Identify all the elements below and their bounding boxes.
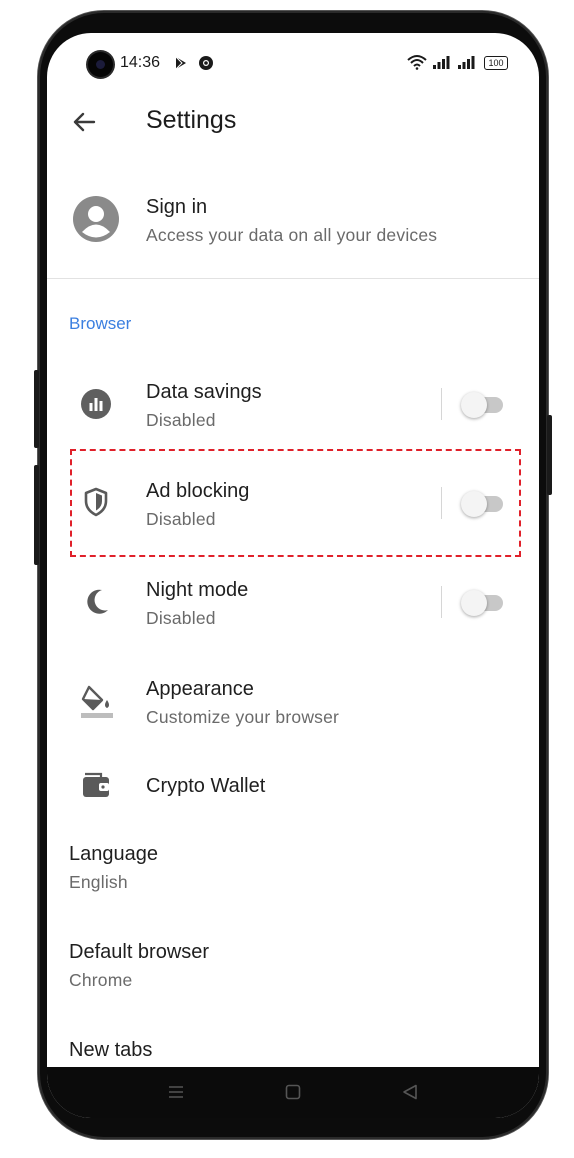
back-triangle-icon[interactable] (401, 1083, 419, 1101)
divider (47, 278, 539, 279)
default-browser-row[interactable]: Default browser Chrome (47, 928, 539, 1000)
toggle-thumb (461, 590, 487, 616)
chrome-icon (199, 56, 213, 70)
night-mode-title: Night mode (146, 579, 249, 601)
data-savings-toggle[interactable] (461, 391, 507, 419)
system-nav-bar (47, 1067, 539, 1118)
sign-in-title: Sign in (146, 196, 208, 218)
battery-icon: 100 (484, 56, 508, 70)
home-square-icon[interactable] (284, 1083, 302, 1101)
wifi-icon (407, 55, 427, 70)
default-browser-value: Chrome (69, 970, 133, 990)
toggle-divider (441, 388, 442, 420)
data-savings-icon (81, 389, 111, 419)
night-mode-row[interactable]: Night mode Disabled (47, 566, 539, 638)
volume-button-2 (34, 465, 39, 565)
data-savings-status: Disabled (146, 410, 216, 430)
night-mode-toggle[interactable] (461, 589, 507, 617)
crypto-wallet-row[interactable]: Crypto Wallet (47, 758, 539, 818)
account-circle-icon (73, 196, 119, 242)
wallet-icon (83, 772, 109, 797)
data-savings-title: Data savings (146, 381, 262, 403)
language-row[interactable]: Language English (47, 830, 539, 902)
language-title: Language (69, 843, 158, 865)
section-header-browser: Browser (69, 314, 132, 333)
appearance-subtitle: Customize your browser (146, 707, 340, 727)
appearance-row[interactable]: Appearance Customize your browser (47, 665, 539, 737)
page-title: Settings (146, 106, 237, 134)
default-browser-title: Default browser (69, 941, 210, 963)
night-mode-status: Disabled (146, 608, 216, 628)
new-tabs-row[interactable]: New tabs (47, 1026, 539, 1067)
arrow-back-icon[interactable] (69, 107, 99, 137)
appearance-title: Appearance (146, 678, 254, 700)
highlight-box (70, 449, 521, 557)
paint-bucket-icon (81, 685, 113, 718)
toggle-thumb (461, 392, 487, 418)
signal-icon (433, 56, 450, 69)
screen: 14:36 100 Settings Sign in Access your d… (47, 33, 539, 1118)
signal-icon-2 (458, 56, 475, 69)
volume-button (34, 370, 39, 448)
language-value: English (69, 872, 128, 892)
sign-in-row[interactable]: Sign in Access your data on all your dev… (47, 183, 539, 263)
status-time: 14:36 (120, 54, 161, 71)
front-camera (88, 52, 113, 77)
new-tabs-title: New tabs (69, 1039, 153, 1061)
toggle-divider (441, 586, 442, 618)
menu-icon[interactable] (167, 1083, 185, 1101)
sign-in-subtitle: Access your data on all your devices (146, 225, 438, 245)
crypto-wallet-title: Crypto Wallet (146, 775, 266, 797)
moon-icon (87, 589, 108, 614)
play-store-icon (175, 56, 186, 70)
power-button (547, 415, 552, 495)
data-savings-row[interactable]: Data savings Disabled (47, 368, 539, 440)
battery-level: 100 (488, 58, 504, 68)
